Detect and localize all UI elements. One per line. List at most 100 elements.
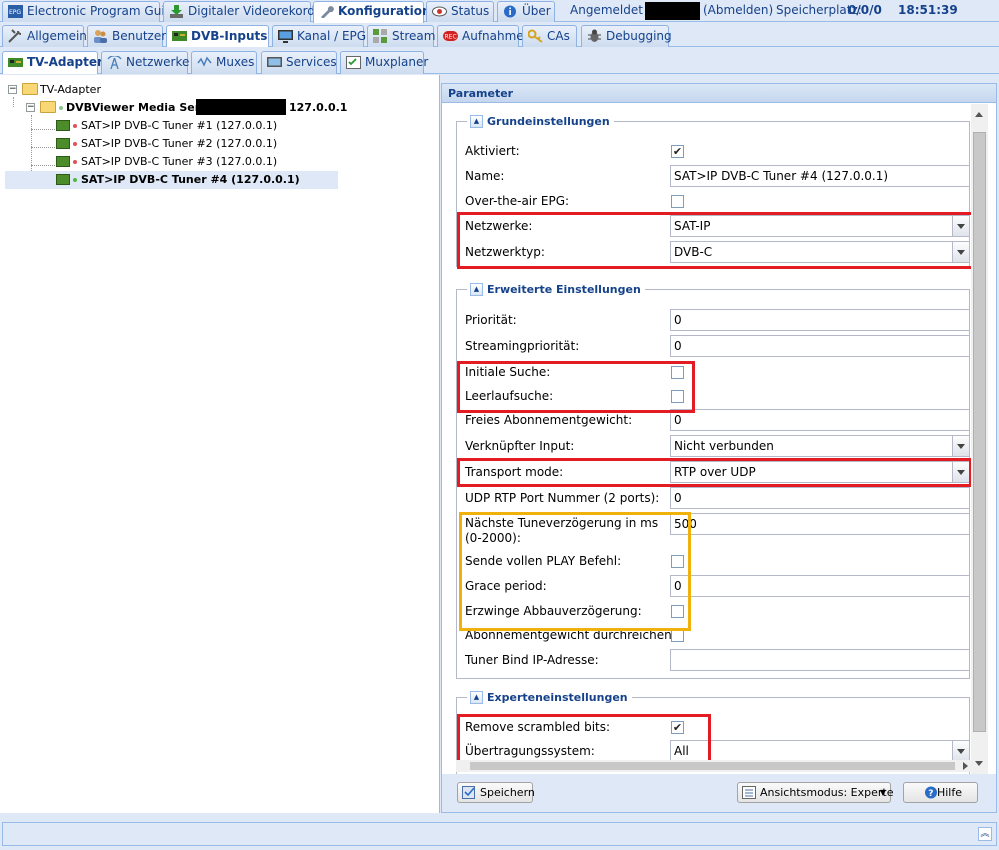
collapse-icon[interactable]: − [8,85,17,94]
ota-epg-label: Over-the-air EPG: [465,194,570,208]
chevron-down-icon[interactable] [952,741,969,761]
help-button[interactable]: ? Hilfe [903,782,978,803]
collapse-icon[interactable]: − [26,103,35,112]
tuner-card-icon [56,120,70,131]
tv-icon [278,30,293,43]
tab-debugging[interactable]: Debugging [581,25,672,47]
tree-node-root[interactable]: − TV-Adapter [8,81,308,99]
bind-ip-label: Tuner Bind IP-Adresse: [465,653,599,667]
tab-cas[interactable]: CAs [522,25,577,47]
enabled-checkbox[interactable]: ✔ [671,145,684,158]
download-icon [170,5,183,18]
folder-icon [22,83,38,95]
priority-input[interactable]: 0 [670,309,970,331]
config-tab-bar: Allgemein Benutzer DVB-Inputs Kanal / EP… [0,23,999,47]
udp-rtp-port-input[interactable]: 0 [670,487,970,509]
bug-icon [588,29,601,42]
udp-rtp-port-label: UDP RTP Port Nummer (2 ports): [465,491,660,505]
save-button[interactable]: Speichern [457,782,535,803]
delivery-system-select[interactable]: All [670,740,970,762]
eye-icon [432,6,447,17]
chevron-down-icon[interactable] [952,436,969,456]
vertical-scrollbar[interactable] [971,104,988,774]
parameter-panel: Parameter ▲ Grundeinstellungen Aktiviert… [441,83,997,813]
tab-dvb-inputs[interactable]: DVB-Inputs [166,25,269,47]
tools-icon [8,29,22,43]
tree-node-tuner[interactable]: SAT>IP DVB-C Tuner #1 (127.0.0.1) [56,117,316,135]
free-sub-weight-input[interactable]: 0 [670,409,970,431]
tuner-status-icon [73,178,77,182]
tab-tv-adapter[interactable]: TV-Adapter [2,51,103,74]
save-icon [462,786,475,799]
tab-networks[interactable]: Netzwerke [101,51,189,74]
adapter-tree: − TV-Adapter − DVBViewer Media Server 12… [0,75,440,813]
tab-status[interactable]: Status [426,1,494,22]
tree-node-server[interactable]: − DVBViewer Media Server 127.0.0.1 [26,99,347,117]
tab-stream[interactable]: Stream [367,25,435,47]
tree-node-tuner-selected[interactable]: SAT>IP DVB-C Tuner #4 (127.0.0.1) [5,171,338,189]
tab-general[interactable]: Allgemein [2,25,87,47]
fieldset-legend[interactable]: ▲ Erweiterte Einstellungen [467,282,645,297]
tab-recording[interactable]: REC Aufnahme [437,25,524,47]
tab-configuration[interactable]: Konfiguration [313,1,431,23]
tab-channel-epg[interactable]: Kanal / EPG [272,25,366,47]
tab-dvr[interactable]: Digitaler Videorekorder [163,1,327,22]
tuner-card-icon [56,138,70,149]
streaming-priority-input[interactable]: 0 [670,335,970,357]
collapse-icon[interactable]: ▲ [470,691,483,704]
grace-period-input[interactable]: 0 [670,575,970,597]
ota-epg-checkbox[interactable] [671,195,684,208]
main-tab-bar: EPG Electronic Program Guide Digitaler V… [0,0,999,23]
linked-input-select[interactable]: Nicht verbunden [670,435,970,457]
priority-label: Priorität: [465,313,517,327]
epg-icon: EPG [8,5,23,18]
collapse-icon[interactable]: ▲ [470,115,483,128]
fieldset-legend[interactable]: ▲ Experteneinstellungen [467,690,632,705]
users-icon [94,30,107,43]
tab-about[interactable]: Über [497,1,555,22]
tab-muxes[interactable]: Muxes [191,51,257,74]
clock: 18:51:39 [898,3,958,17]
scroll-up-icon[interactable] [975,112,983,117]
horizontal-scrollbar[interactable] [456,760,971,772]
expand-icon[interactable]: ︽ [978,827,992,841]
logout-link[interactable]: (Abmelden) [703,3,773,17]
name-input[interactable]: SAT>IP DVB-C Tuner #4 (127.0.0.1) [670,165,970,187]
info-icon [504,5,516,18]
svg-text:?: ? [928,789,933,799]
tune-delay-input[interactable]: 500 [670,513,970,535]
free-sub-weight-label: Freies Abonnementgewicht: [465,413,633,427]
tree-node-tuner[interactable]: SAT>IP DVB-C Tuner #3 (127.0.0.1) [56,153,316,171]
stream-icon [373,29,387,43]
scroll-thumb[interactable] [973,132,986,732]
dvb-tab-bar: TV-Adapter Netzwerke Muxes Services Muxp… [0,48,999,74]
tab-services[interactable]: Services [261,51,337,74]
view-mode-button[interactable]: Ansichtsmodus: Experte ▼ [737,782,894,803]
panel-title: Parameter [442,84,996,103]
dropdown-arrow-icon: ▼ [879,788,886,797]
fieldset-legend[interactable]: ▲ Grundeinstellungen [467,114,614,129]
scroll-down-icon[interactable] [975,761,983,766]
highlight-transport-mode [457,458,972,487]
tab-users[interactable]: Benutzer [87,25,166,47]
parameter-form: ▲ Grundeinstellungen Aktiviert: ✔ Name: … [442,104,996,774]
help-icon: ? [925,786,937,799]
highlight-networks [457,212,977,269]
tuner-card-icon [56,156,70,167]
bind-ip-input[interactable] [670,649,970,671]
server-status-icon [59,106,63,110]
tree-node-tuner[interactable]: SAT>IP DVB-C Tuner #2 (127.0.0.1) [56,135,316,153]
tuner-card-icon [8,58,23,67]
name-label: Name: [465,169,505,183]
collapse-icon[interactable]: ▲ [470,283,483,296]
scroll-thumb[interactable] [470,762,955,770]
redacted-server-name [196,99,286,115]
tab-mux-scheduler[interactable]: Muxplaner [340,51,428,74]
enabled-label: Aktiviert: [465,144,520,158]
wrench-icon [321,6,334,18]
key-icon [528,29,543,43]
scroll-right-icon[interactable] [963,762,968,770]
tab-epg[interactable]: EPG Electronic Program Guide [2,1,180,22]
status-bar: ︽ [2,822,997,846]
tuner-card-icon [56,174,70,185]
